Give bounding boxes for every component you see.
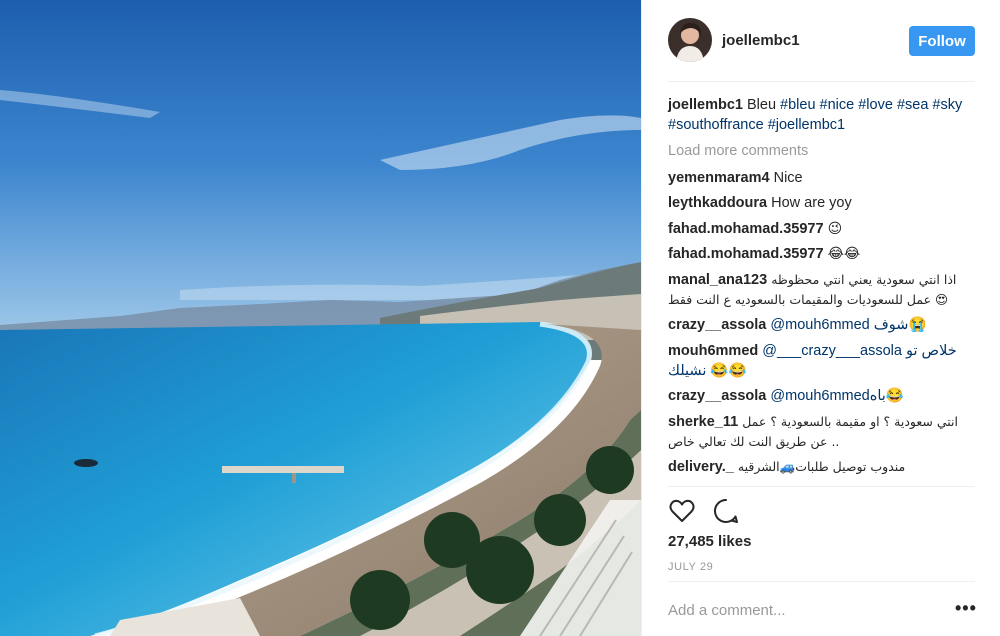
comments-list: joellembc1 Bleu #bleu #nice #love #sea #… [668,95,978,483]
comment-item: fahad.mohamad.35977 😂😂 [668,244,978,264]
avatar-image [668,18,712,62]
comment-username[interactable]: crazy__assola [668,317,766,333]
comment-text: 😂😂 [827,246,861,262]
author-username[interactable]: joellembc1 [722,32,800,49]
comment-text: @mouh6mmed شوف😭 [770,317,927,333]
comment-item: leythkaddoura How are yoy [668,193,978,213]
comment-text: @mouh6mmedباه😂 [770,388,904,404]
header-divider [668,81,975,82]
post-date: JULY 29 [668,561,714,573]
post-actions [668,497,740,527]
comment-text: Nice [773,169,803,186]
comment-text: مندوب توصيل طلبات🚙الشرقيه [737,459,906,474]
beach-photo-image [0,0,641,636]
comment-text: 😉 [827,220,843,237]
instagram-post: joellembc1 Follow joellembc1 Bleu #bleu … [0,0,1000,636]
caption-text: Bleu [746,97,777,113]
comment-username[interactable]: mouh6mmed [668,343,758,359]
comment-username[interactable]: yemenmaram4 [668,170,770,186]
more-options-icon[interactable]: ••• [955,598,977,619]
comment-username[interactable]: fahad.mohamad.35977 [668,221,824,237]
comment-username[interactable]: sherke_11 [668,414,738,430]
post-header: joellembc1 Follow [642,0,1000,82]
caption: joellembc1 Bleu #bleu #nice #love #sea #… [668,95,978,135]
comment-item: crazy__assola @mouh6mmed شوف😭 [668,315,978,335]
comment-item: mouh6mmed @___crazy___assola خلاص تو نشي… [668,341,978,381]
comment-username[interactable]: manal_ana123 [668,272,767,288]
heart-icon[interactable] [668,497,696,525]
comment-item: fahad.mohamad.35977 😉 [668,219,978,239]
comment-item: sherke_11 انتي سعودية ؟ او مقيمة بالسعود… [668,412,978,452]
comment-item: delivery._ مندوب توصيل طلبات🚙الشرقيه [668,457,978,477]
comment-item: yemenmaram4 Nice [668,168,978,188]
comment-item: manal_ana123 اذا انتي سعودية يعني انتي م… [668,270,978,310]
comment-username[interactable]: fahad.mohamad.35977 [668,246,824,262]
comment-username[interactable]: delivery._ [668,459,734,475]
comment-bubble-icon[interactable] [712,497,740,525]
follow-button[interactable]: Follow [909,26,975,56]
actions-divider [668,486,975,487]
comment-text: How are yoy [771,195,852,211]
add-comment-input[interactable] [668,598,938,622]
author-avatar[interactable] [668,18,712,62]
post-photo[interactable] [0,0,641,636]
comment-username[interactable]: crazy__assola [668,388,766,404]
caption-username[interactable]: joellembc1 [668,97,743,113]
post-side-panel: joellembc1 Follow joellembc1 Bleu #bleu … [641,0,1000,636]
comment-username[interactable]: leythkaddoura [668,195,767,211]
likes-count[interactable]: 27,485 likes [668,533,751,550]
load-more-comments-link[interactable]: Load more comments [668,141,978,161]
comment-item: crazy__assola @mouh6mmedباه😂 [668,386,978,406]
comment-divider [668,581,975,582]
